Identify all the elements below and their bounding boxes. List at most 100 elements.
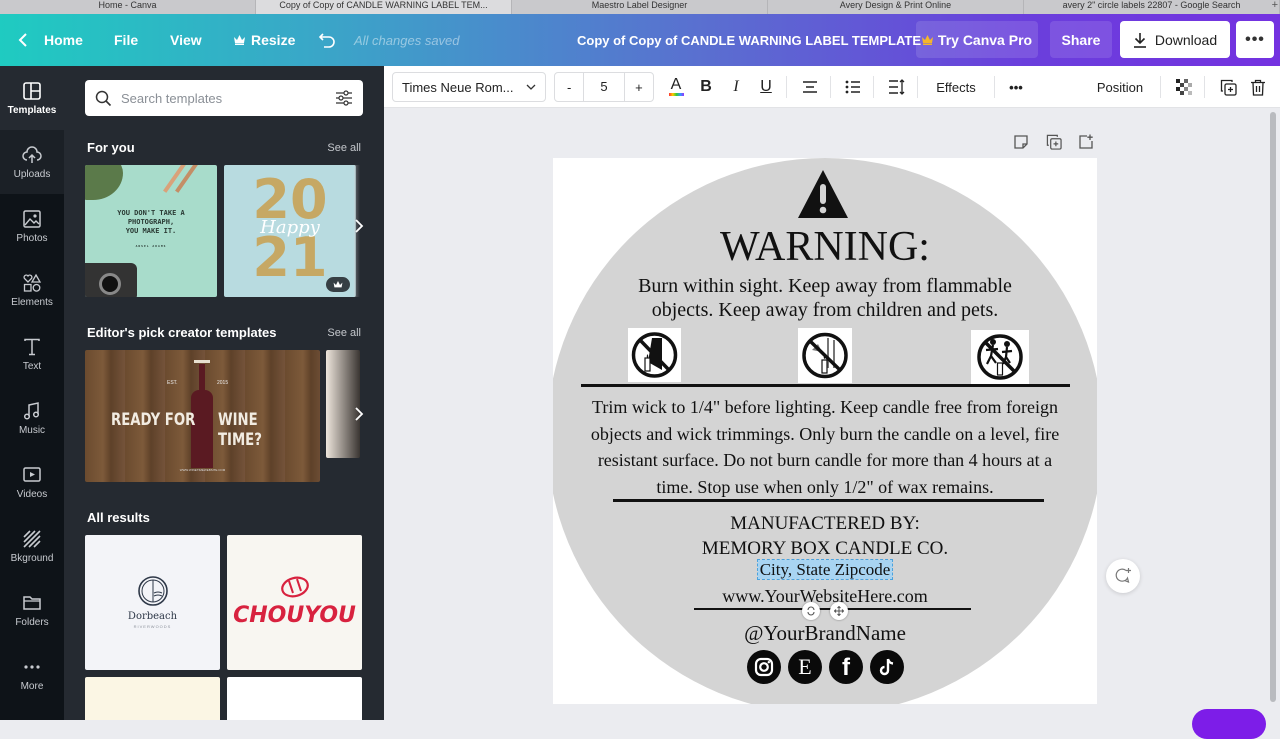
result-card-chouyou[interactable]: CHOUYOU	[227, 535, 362, 670]
add-page-button[interactable]	[1078, 134, 1094, 155]
browser-tab-maestro[interactable]: Maestro Label Designer	[512, 0, 768, 14]
toolbar-divider	[917, 76, 918, 98]
for-you-see-all-link[interactable]: See all	[327, 142, 361, 154]
effects-button[interactable]: Effects	[928, 66, 984, 108]
facebook-icon[interactable]: f	[829, 650, 863, 684]
increase-font-size-button[interactable]: +	[625, 80, 653, 95]
editors-pick-see-all-link[interactable]: See all	[327, 327, 361, 339]
duplicate-button[interactable]	[1216, 66, 1240, 108]
design-page[interactable]: WARNING: Burn within sight. Keep away fr…	[553, 158, 1097, 704]
dorbeach-logo-icon	[138, 576, 168, 606]
share-button[interactable]: Share	[1050, 21, 1112, 58]
add-note-button[interactable]	[1013, 134, 1029, 155]
bulleted-list-icon	[845, 80, 860, 94]
view-menu[interactable]: View	[170, 14, 202, 66]
tiktok-icon[interactable]	[870, 650, 904, 684]
rail-item-text[interactable]: Text	[0, 322, 64, 386]
file-menu[interactable]: File	[114, 14, 138, 66]
result-card[interactable]	[85, 677, 220, 720]
template-card-photograph-quote[interactable]: YOU DON'T TAKE A PHOTOGRAPH, YOU MAKE IT…	[85, 165, 217, 297]
company-name-text[interactable]: MEMORY BOX CANDLE CO.	[553, 536, 1097, 561]
browser-tab-google[interactable]: avery 2" circle labels 22807 - Google Se…	[1024, 0, 1280, 14]
delete-button[interactable]	[1246, 66, 1270, 108]
font-size-stepper: - 5 +	[554, 72, 654, 102]
browser-tab-home[interactable]: Home - Canva	[0, 0, 256, 14]
rail-item-background[interactable]: Bkground	[0, 514, 64, 578]
rail-item-templates[interactable]: Templates	[0, 66, 64, 130]
resize-button[interactable]: Resize	[234, 14, 295, 66]
crown-icon	[921, 34, 933, 45]
move-handle[interactable]	[830, 602, 848, 620]
decrease-font-size-button[interactable]: -	[555, 80, 583, 95]
rail-item-videos[interactable]: Videos	[0, 450, 64, 514]
browser-tab-current[interactable]: Copy of Copy of CANDLE WARNING LABEL TEM…	[256, 0, 512, 14]
vertical-scrollbar[interactable]	[1270, 112, 1276, 702]
spacing-button[interactable]	[885, 66, 909, 108]
duplicate-page-button[interactable]	[1046, 134, 1062, 155]
transparency-button[interactable]	[1172, 66, 1196, 108]
result-card[interactable]	[227, 677, 362, 720]
download-icon	[1133, 32, 1146, 48]
font-family-dropdown[interactable]: Times Neue Rom...	[392, 72, 546, 102]
rail-item-folders[interactable]: Folders	[0, 578, 64, 642]
template-card-partial[interactable]	[326, 350, 360, 458]
rail-item-uploads[interactable]: Uploads	[0, 130, 64, 194]
warning-triangle-icon[interactable]	[796, 168, 850, 220]
help-button[interactable]	[1192, 709, 1266, 739]
toolbar-divider	[1160, 76, 1161, 98]
city-state-zip-text[interactable]: City, State Zipcode	[553, 559, 1097, 581]
website-text[interactable]: www.YourWebsiteHere.com	[553, 584, 1097, 608]
brand-handle-text[interactable]: @YourBrandName	[553, 620, 1097, 646]
rotate-handle[interactable]	[802, 602, 820, 620]
no-candle-near-children-icon[interactable]	[971, 330, 1029, 384]
rail-item-elements[interactable]: Elements	[0, 258, 64, 322]
list-button[interactable]	[841, 66, 865, 108]
for-you-next-button[interactable]	[354, 218, 364, 239]
divider-line[interactable]	[581, 384, 1070, 387]
warning-intro-text[interactable]: Burn within sight. Keep away from flamma…	[553, 274, 1097, 322]
try-canva-pro-button[interactable]: Try Canva Pro	[916, 21, 1038, 58]
etsy-icon[interactable]: E	[788, 650, 822, 684]
add-comment-button[interactable]	[1106, 559, 1140, 593]
no-candle-near-curtains-icon[interactable]	[628, 328, 681, 382]
warning-heading[interactable]: WARNING:	[553, 223, 1097, 271]
search-box[interactable]	[85, 80, 363, 116]
photo-icon	[23, 209, 41, 228]
rail-item-more[interactable]: More	[0, 642, 64, 706]
manufactured-by-text[interactable]: MANUFACTERED BY:	[553, 511, 1097, 536]
rail-item-music[interactable]: Music	[0, 386, 64, 450]
rail-label: Uploads	[13, 168, 51, 180]
undo-button[interactable]	[318, 14, 336, 66]
result-card-dorbeach[interactable]: Dorbeach RIVERWOODS	[85, 535, 220, 670]
text-color-button[interactable]: A	[664, 66, 688, 108]
instagram-icon[interactable]	[747, 650, 781, 684]
template-card-wine-time[interactable]: EST. 2015 READY FOR WINE TIME? WWW.WINET…	[85, 350, 320, 482]
script-text: Happy	[260, 217, 320, 238]
underline-button[interactable]: U	[754, 66, 778, 108]
no-candle-near-flammables-icon[interactable]	[798, 328, 852, 383]
wine-right-text: WINE TIME?	[218, 410, 262, 450]
selected-text-highlight[interactable]: City, State Zipcode	[756, 559, 894, 580]
rail-item-photos[interactable]: Photos	[0, 194, 64, 258]
bold-button[interactable]: B	[694, 66, 718, 108]
home-button[interactable]: Home	[18, 14, 83, 66]
crown-icon	[333, 280, 343, 287]
template-card-happy-2021[interactable]: 20 21 Happy	[224, 165, 356, 297]
browser-tab-avery[interactable]: Avery Design & Print Online	[768, 0, 1024, 14]
italic-button[interactable]: I	[724, 66, 748, 108]
crown-icon	[234, 35, 245, 45]
filter-sliders-icon[interactable]	[335, 90, 353, 106]
position-button[interactable]: Position	[1088, 66, 1152, 108]
more-options-button[interactable]: •••	[1236, 21, 1274, 58]
document-title[interactable]: Copy of Copy of CANDLE WARNING LABEL TEM…	[577, 14, 921, 66]
align-center-button[interactable]	[798, 66, 822, 108]
instructions-text[interactable]: Trim wick to 1/4" before lighting. Keep …	[553, 394, 1097, 500]
download-button[interactable]: Download	[1120, 21, 1230, 58]
font-size-input[interactable]: 5	[583, 73, 625, 101]
divider-line[interactable]	[613, 499, 1044, 502]
editors-pick-next-button[interactable]	[354, 406, 364, 427]
new-tab-button[interactable]: +	[1272, 0, 1278, 11]
more-toolbar-button[interactable]: •••	[1004, 66, 1028, 108]
toolbar-divider	[830, 76, 831, 98]
search-input[interactable]	[121, 90, 326, 106]
